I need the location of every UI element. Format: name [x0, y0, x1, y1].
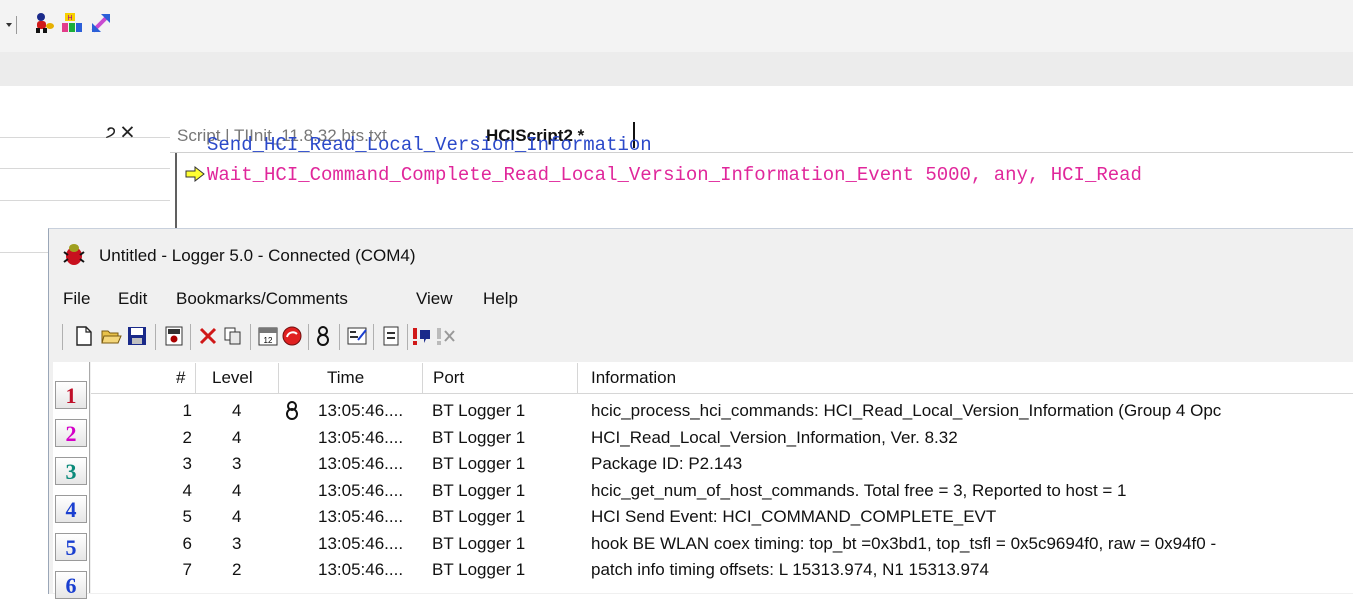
cell-port: BT Logger 1 — [432, 533, 526, 553]
column-header-information[interactable]: Information — [591, 368, 676, 388]
cell-information: HCI_Read_Local_Version_Information, Ver.… — [591, 427, 958, 447]
cell-port: BT Logger 1 — [432, 507, 526, 526]
column-header-number[interactable]: # — [176, 368, 185, 388]
cell-level: 2 — [232, 560, 242, 579]
logger-title: Untitled - Logger 5.0 - Connected (COM4) — [99, 246, 416, 265]
svg-text:12: 12 — [264, 336, 273, 345]
bookmark-button-5[interactable]: 5 — [55, 533, 87, 561]
dropdown-arrow-icon[interactable] — [4, 14, 18, 36]
main-toolbar — [0, 0, 1353, 52]
bug-person-icon[interactable] — [33, 12, 55, 34]
cell-level: 3 — [232, 454, 242, 473]
column-header-level[interactable]: Level — [212, 368, 253, 388]
menu-bookmarks-comments[interactable]: Bookmarks/Comments — [176, 289, 348, 309]
cell-information: hcic_process_hci_commands: HCI_Read_Loca… — [591, 401, 1222, 420]
code-line-1[interactable]: Send_HCI_Read_Local_Version_Information — [207, 134, 652, 156]
save-icon[interactable] — [126, 325, 148, 347]
copy-icon[interactable] — [222, 325, 244, 347]
toolbar-band — [0, 52, 1353, 86]
cell-port: BT Logger 1 — [432, 454, 526, 473]
cell-port: BT Logger 1 — [432, 401, 526, 420]
bookmark-button-4[interactable]: 4 — [55, 495, 87, 523]
menu-edit[interactable]: Edit — [118, 289, 147, 309]
cell-number: 3 — [182, 454, 192, 473]
cell-time: 13:05:46.... — [318, 454, 404, 473]
cell-number: 4 — [182, 480, 192, 500]
record-icon[interactable] — [281, 325, 303, 347]
cell-level: 4 — [232, 507, 242, 526]
diagonal-arrow-icon[interactable] — [90, 12, 112, 34]
panel-controls: ੭✕ — [106, 124, 139, 141]
cell-time: 13:05:46.... — [318, 507, 404, 526]
cell-time: 13:05:46.... — [318, 401, 404, 420]
cell-information: Package ID: P2.143 — [591, 454, 743, 473]
pin-icon[interactable]: ੭ — [106, 124, 122, 141]
bookmark-button-1[interactable]: 1 — [55, 381, 87, 409]
cell-time: 13:05:46.... — [318, 560, 404, 579]
bookmark-button-2[interactable]: 2 — [55, 419, 87, 447]
cell-level: 3 — [232, 533, 242, 553]
cell-time: 13:05:46.... — [318, 480, 404, 500]
cell-level: 4 — [232, 480, 242, 500]
hci-blocks-icon[interactable]: H — [61, 12, 83, 34]
calendar-icon[interactable]: 12 — [257, 325, 279, 347]
cell-level: 4 — [232, 427, 242, 447]
cell-number: 7 — [182, 560, 192, 579]
new-file-icon[interactable] — [73, 325, 95, 347]
cell-number: 5 — [182, 507, 192, 526]
cell-port: BT Logger 1 — [432, 427, 526, 447]
menu-view[interactable]: View — [416, 289, 453, 309]
cell-information: hcic_get_num_of_host_commands. Total fre… — [591, 480, 1127, 500]
lock-icon[interactable] — [163, 325, 185, 347]
cell-number: 6 — [182, 533, 192, 553]
delete-icon[interactable] — [197, 325, 219, 347]
cell-level: 4 — [232, 401, 242, 420]
bookmark-button-3[interactable]: 3 — [55, 457, 87, 485]
cell-time: 13:05:46.... — [318, 533, 404, 553]
cell-number: 1 — [182, 401, 192, 420]
svg-text:H: H — [67, 15, 72, 22]
open-folder-icon[interactable] — [100, 325, 122, 347]
filter-icon[interactable] — [380, 325, 402, 347]
cell-port: BT Logger 1 — [432, 480, 526, 500]
cell-port: BT Logger 1 — [432, 560, 526, 579]
logger-toolbar — [53, 318, 1353, 358]
logger-app-icon — [63, 244, 85, 265]
column-header-port[interactable]: Port — [433, 368, 464, 388]
bookmark-button-6[interactable]: 6 — [55, 571, 87, 599]
cell-time: 13:05:46.... — [318, 427, 404, 447]
bookmark-row-icon — [286, 401, 298, 420]
column-header-time[interactable]: Time — [327, 368, 364, 388]
grid-header — [91, 363, 1353, 394]
menu-file[interactable]: File — [63, 289, 90, 309]
bookmark-icon[interactable] — [312, 325, 334, 347]
cell-number: 2 — [182, 427, 192, 447]
alert-clear-icon[interactable] — [435, 325, 457, 347]
cell-information: HCI Send Event: HCI_COMMAND_COMPLETE_EVT — [591, 507, 997, 526]
alert-icon[interactable] — [411, 325, 433, 347]
cell-information: patch info timing offsets: L 15313.974, … — [591, 560, 989, 579]
cell-information: hook BE WLAN coex timing: top_bt =0x3bd1… — [591, 533, 1217, 553]
close-icon[interactable]: ✕ — [122, 124, 139, 141]
execution-pointer-icon — [185, 166, 205, 182]
code-line-2[interactable]: Wait_HCI_Command_Complete_Read_Local_Ver… — [207, 164, 1142, 186]
menu-help[interactable]: Help — [483, 289, 518, 309]
properties-icon[interactable] — [346, 325, 368, 347]
